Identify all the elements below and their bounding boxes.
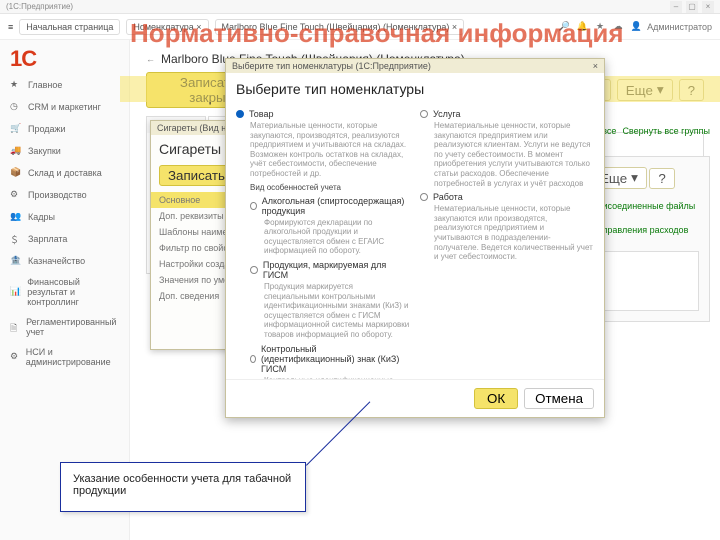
radio-usluga[interactable]: Услуга: [420, 109, 594, 119]
salary-icon: ＄: [10, 233, 22, 245]
link-collapse-all[interactable]: Свернуть все группы: [622, 126, 710, 136]
os-titlebar: (1С:Предприятие) – ▢ ×: [0, 0, 720, 14]
cart-icon: 🛒: [10, 123, 22, 135]
radio-tovar[interactable]: Товар: [236, 109, 410, 119]
chart-icon: 📊: [10, 286, 21, 298]
ok-button[interactable]: ОК: [474, 388, 518, 409]
home-crumb[interactable]: Начальная страница: [19, 19, 120, 35]
bell-icon[interactable]: 🔔: [575, 20, 589, 34]
search-icon[interactable]: 🔎: [557, 20, 571, 34]
window-min-icon[interactable]: –: [670, 1, 682, 13]
cancel-button[interactable]: Отмена: [524, 388, 594, 409]
user-icon: 👤: [629, 20, 643, 34]
truck-icon: 🚚: [10, 145, 22, 157]
sidebar-item-hr[interactable]: 👥Кадры: [0, 206, 129, 228]
desc-gism: Продукция маркируется специальными контр…: [264, 282, 410, 340]
desc-usluga: Нематериальные ценности, которые закупаю…: [434, 121, 594, 188]
sidebar-item-treasury[interactable]: 🏦Казначейство: [0, 250, 129, 272]
radio-icon: [236, 110, 244, 118]
sidebar-item-nsi[interactable]: ⚙НСИ и администрирование: [0, 342, 129, 372]
star-icon[interactable]: ★: [593, 20, 607, 34]
sidebar-item-sales[interactable]: 🛒Продажи: [0, 118, 129, 140]
sidebar-item-regulated[interactable]: 🗎Регламентированный учет: [0, 312, 129, 342]
logo-1c: 1C: [10, 46, 38, 68]
link-cost[interactable]: Направления расходов (0): [591, 225, 699, 245]
sidebar-item-finance[interactable]: 📊Финансовый результат и контроллинг: [0, 272, 129, 312]
crumb-nomenclature[interactable]: Номенклатура ×: [126, 19, 208, 35]
cloud-icon[interactable]: ☁: [611, 20, 625, 34]
radio-gism[interactable]: Продукция, маркируемая для ГИСМ: [250, 260, 410, 280]
desc-rabota: Нематериальные ценности, которые закупаю…: [434, 204, 594, 262]
radio-rabota[interactable]: Работа: [420, 192, 594, 202]
modal2-titlebar: Выберите тип номенклатуры (1С:Предприяти…: [232, 61, 431, 71]
type-column-left: Товар Материальные ценности, которые зак…: [236, 105, 410, 373]
modal2-heading: Выберите тип номенклатуры: [226, 73, 604, 105]
window-close-icon[interactable]: ×: [702, 1, 714, 13]
sidebar-item-main[interactable]: ★Главное: [0, 74, 129, 96]
bank-icon: 🏦: [10, 255, 22, 267]
type-column-right: Услуга Нематериальные ценности, которые …: [420, 105, 594, 373]
sidebar-item-crm[interactable]: ◷CRM и маркетинг: [0, 96, 129, 118]
star-icon: ★: [10, 79, 22, 91]
help-button[interactable]: ?: [679, 79, 704, 101]
help-side-button[interactable]: ?: [649, 168, 674, 189]
sidebar-item-salary[interactable]: ＄Зарплата: [0, 228, 129, 250]
back-arrow-icon[interactable]: ←: [146, 54, 155, 64]
label-subhead: Вид особенностей учета: [250, 183, 410, 192]
box-icon: 📦: [10, 167, 22, 179]
crumb-current[interactable]: Marlboro Blue Fine Touch (Швейцария) (Но…: [215, 19, 465, 35]
crm-icon: ◷: [10, 101, 22, 113]
window-title-label: (1С:Предприятие): [6, 2, 73, 11]
callout-box: Указание особенности учета для табачной …: [60, 462, 306, 512]
people-icon: 👥: [10, 211, 22, 223]
modal-select-type: Выберите тип номенклатуры (1С:Предприяти…: [225, 58, 605, 418]
radio-alco[interactable]: Алкогольная (спиртосодержащая) продукция: [250, 196, 410, 216]
desc-tovar: Материальные ценности, которые закупаютс…: [250, 121, 410, 179]
desc-alco: Формируются декларации по алкогольной пр…: [264, 218, 410, 256]
window-max-icon[interactable]: ▢: [686, 1, 698, 13]
topbar: ≡ Начальная страница Номенклатура × Marl…: [0, 14, 720, 40]
empty-box: [591, 251, 699, 311]
user-label[interactable]: Администратор: [647, 22, 712, 32]
gear-icon: ⚙: [10, 189, 22, 201]
sidebar-item-purchases[interactable]: 🚚Закупки: [0, 140, 129, 162]
hamburger-icon[interactable]: ≡: [8, 22, 13, 32]
callout-text: Указание особенности учета для табачной …: [73, 473, 293, 497]
doc-icon: 🗎: [10, 321, 20, 333]
gear-icon: ⚙: [10, 351, 20, 363]
modal2-close-icon[interactable]: ×: [593, 61, 598, 71]
sidebar-item-production[interactable]: ⚙Производство: [0, 184, 129, 206]
sidebar-item-warehouse[interactable]: 📦Склад и доставка: [0, 162, 129, 184]
radio-kiz[interactable]: Контрольный (идентификационный) знак (Ки…: [250, 344, 410, 374]
link-files[interactable]: Присоединенные файлы (0): [591, 201, 699, 221]
eshe-button[interactable]: Еще ▾: [617, 79, 673, 101]
